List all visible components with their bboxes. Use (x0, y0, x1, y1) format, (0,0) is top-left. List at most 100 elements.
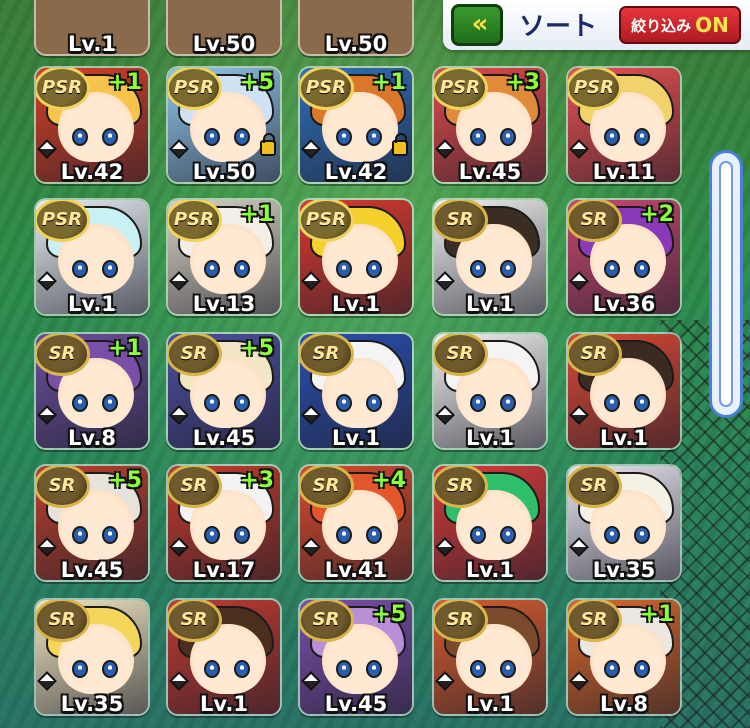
rarity-badge: PSR (300, 200, 354, 242)
character-eye (204, 394, 220, 412)
upgrade-count: +2 (640, 202, 674, 227)
character-eye (204, 526, 220, 544)
card-level: Lv.50 (192, 32, 256, 56)
partial-card[interactable]: Lv.1 (34, 0, 150, 56)
character-card[interactable]: SR +3 Lv.17 (166, 464, 282, 582)
character-card[interactable]: PSR +3 Lv.45 (432, 66, 548, 184)
card-level: Lv.42 (60, 160, 124, 184)
character-card[interactable]: PSR +1 Lv.13 (166, 198, 282, 316)
partial-card[interactable]: Lv.50 (166, 0, 282, 56)
character-eye (500, 128, 516, 146)
rarity-badge: PSR (36, 68, 90, 110)
rarity-badge: SR (168, 600, 222, 642)
character-eye (72, 394, 88, 412)
character-eye (72, 660, 88, 678)
character-eye (634, 394, 650, 412)
character-eye (336, 394, 352, 412)
sort-button[interactable]: ソート (519, 6, 597, 43)
character-card[interactable]: PSR Lv.1 (34, 198, 150, 316)
card-level: Lv.50 (192, 160, 256, 184)
rarity-badge: SR (434, 334, 488, 376)
character-eye (234, 128, 250, 146)
character-card[interactable]: SR Lv.35 (566, 464, 682, 582)
character-eye (336, 526, 352, 544)
upgrade-count: +1 (372, 70, 406, 95)
character-eye (366, 660, 382, 678)
character-card[interactable]: SR Lv.1 (432, 464, 548, 582)
character-eye (336, 128, 352, 146)
character-card[interactable]: SR +5 Lv.45 (166, 332, 282, 450)
character-card[interactable]: SR Lv.1 (298, 332, 414, 450)
back-chevron-icon[interactable]: « (451, 4, 503, 46)
lock-icon (392, 133, 408, 156)
character-eye (234, 394, 250, 412)
rarity-badge: SR (568, 466, 622, 508)
character-card[interactable]: SR +5 Lv.45 (298, 598, 414, 716)
character-eye (500, 526, 516, 544)
character-eye (634, 260, 650, 278)
card-level: Lv.11 (592, 160, 656, 184)
character-eye (500, 394, 516, 412)
character-card[interactable]: SR +2 Lv.36 (566, 198, 682, 316)
rarity-badge: SR (168, 466, 222, 508)
character-card[interactable]: SR Lv.1 (566, 332, 682, 450)
card-level: Lv.1 (332, 426, 380, 450)
character-eye (604, 394, 620, 412)
rarity-badge: SR (434, 466, 488, 508)
character-eye (336, 260, 352, 278)
partial-card[interactable]: Lv.50 (298, 0, 414, 56)
character-card[interactable]: PSR +5 Lv.50 (166, 66, 282, 184)
upgrade-count: +5 (240, 336, 274, 361)
card-level: Lv.13 (192, 292, 256, 316)
character-eye (470, 394, 486, 412)
character-card[interactable]: PSR +1 Lv.42 (34, 66, 150, 184)
character-card[interactable]: PSR +1 Lv.42 (298, 66, 414, 184)
character-eye (204, 260, 220, 278)
card-grid: Lv.1 Lv.50 Lv.50 PSR +1 Lv.42 PSR +5 Lv.50 PSR +1 L… (0, 0, 700, 728)
rarity-badge: SR (300, 600, 354, 642)
character-eye (366, 128, 382, 146)
rarity-badge: SR (168, 334, 222, 376)
card-level: Lv.8 (600, 692, 648, 716)
character-card[interactable]: SR +1 Lv.8 (566, 598, 682, 716)
card-level: Lv.50 (324, 32, 388, 56)
character-eye (102, 660, 118, 678)
character-card[interactable]: SR Lv.1 (432, 598, 548, 716)
character-eye (102, 128, 118, 146)
character-eye (470, 128, 486, 146)
character-eye (366, 526, 382, 544)
upgrade-count: +3 (506, 70, 540, 95)
character-card[interactable]: SR +5 Lv.45 (34, 464, 150, 582)
card-level: Lv.45 (60, 558, 124, 582)
rarity-badge: SR (434, 200, 488, 242)
card-level: Lv.1 (466, 692, 514, 716)
character-card[interactable]: SR +4 Lv.41 (298, 464, 414, 582)
character-eye (634, 128, 650, 146)
card-level: Lv.42 (324, 160, 388, 184)
rarity-badge: PSR (300, 68, 354, 110)
upgrade-count: +4 (372, 468, 406, 493)
character-card[interactable]: SR Lv.1 (432, 198, 548, 316)
card-level: Lv.1 (466, 292, 514, 316)
scroll-thumb[interactable] (719, 161, 733, 407)
scrollbar[interactable] (709, 150, 743, 418)
character-eye (634, 526, 650, 544)
rarity-badge: PSR (168, 68, 222, 110)
character-card[interactable]: SR +1 Lv.8 (34, 332, 150, 450)
character-eye (470, 260, 486, 278)
card-level: Lv.41 (324, 558, 388, 582)
character-card[interactable]: PSR Lv.11 (566, 66, 682, 184)
rarity-badge: SR (36, 334, 90, 376)
character-card[interactable]: SR Lv.35 (34, 598, 150, 716)
character-card[interactable]: SR Lv.1 (432, 332, 548, 450)
character-card[interactable]: SR Lv.1 (166, 598, 282, 716)
rarity-badge: SR (36, 466, 90, 508)
card-level: Lv.45 (324, 692, 388, 716)
top-bar: « ソート 絞り込み ON (443, 0, 750, 50)
filter-button[interactable]: 絞り込み ON (619, 6, 741, 44)
card-level: Lv.35 (60, 692, 124, 716)
character-eye (204, 660, 220, 678)
card-level: Lv.1 (68, 292, 116, 316)
character-card[interactable]: PSR Lv.1 (298, 198, 414, 316)
character-eye (72, 526, 88, 544)
